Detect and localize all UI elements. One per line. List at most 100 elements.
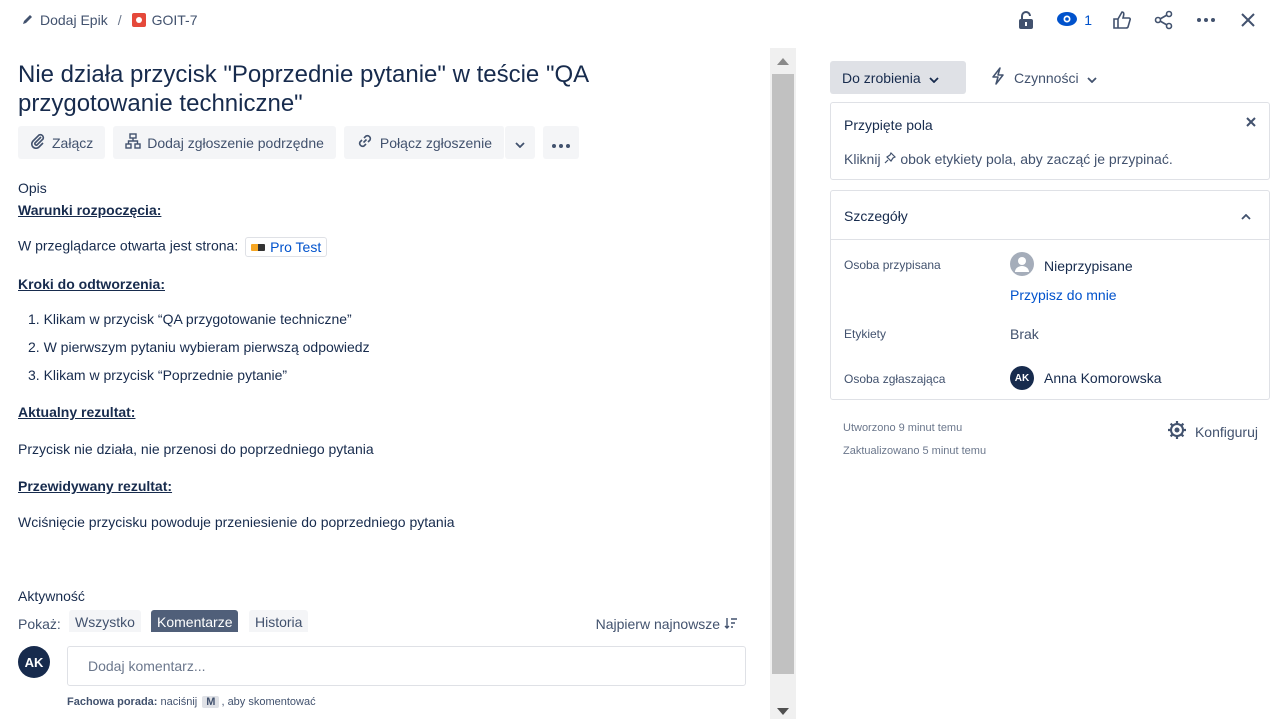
top-bar: Dodaj Epik / GOIT-7 1	[0, 0, 1280, 44]
attach-button[interactable]: Załącz	[18, 126, 106, 159]
site-favicon-icon	[251, 243, 266, 251]
sort-icon	[724, 616, 738, 632]
pro-tip-post: , aby skomentować	[221, 696, 316, 708]
link-issue-label: Połącz zgłoszenie	[379, 134, 492, 151]
breadcrumb-separator: /	[117, 12, 122, 28]
more-icon	[551, 135, 570, 151]
assignee-field[interactable]: Nieprzypisane	[1010, 252, 1133, 279]
more-icon[interactable]	[1194, 8, 1218, 32]
reporter-label: Osoba zgłaszająca	[844, 372, 946, 386]
reporter-field[interactable]: AK Anna Komorowska	[1010, 366, 1162, 390]
comment-composer: AK Dodaj komentarz... Fachowa porada: na…	[18, 646, 748, 708]
labels-label: Etykiety	[844, 327, 887, 341]
watch-count: 1	[1084, 12, 1092, 28]
scrollbar-thumb[interactable]	[772, 74, 794, 674]
add-child-issue-button[interactable]: Dodaj zgłoszenie podrzędne	[113, 126, 336, 159]
link-issue-button[interactable]: Połącz zgłoszenie	[343, 126, 505, 159]
filter-comments-button[interactable]: Komentarze	[151, 610, 239, 632]
pinned-hint-after: obok etykiety pola, aby zacząć je przypi…	[900, 151, 1173, 167]
actual-result-text: Przycisk nie działa, nie przenosi do pop…	[18, 441, 374, 457]
pro-tip-pre: naciśnij	[160, 696, 198, 708]
pro-tip-label: Fachowa porada:	[67, 696, 158, 708]
sort-button[interactable]: Najpierw najnowsze	[596, 616, 738, 632]
close-icon[interactable]	[1245, 115, 1257, 133]
pencil-icon	[22, 12, 34, 28]
issue-main-pane: Nie działa przycisk "Poprzednie pytanie"…	[0, 44, 770, 719]
chevron-up-icon[interactable]	[1241, 207, 1251, 225]
pinned-fields-hint: Kliknij obok etykiety pola, aby zacząć j…	[844, 151, 1173, 167]
pin-icon	[884, 151, 900, 167]
link-icon	[356, 132, 374, 153]
actions-dropdown[interactable]: Czynności	[990, 61, 1097, 94]
pinned-fields-title: Przypięte pola	[844, 117, 933, 133]
lock-icon[interactable]	[1014, 8, 1038, 32]
scroll-up-icon[interactable]	[777, 58, 789, 65]
comment-input[interactable]: Dodaj komentarz...	[67, 646, 746, 686]
details-title[interactable]: Szczegóły	[844, 208, 908, 224]
scroll-down-icon[interactable]	[777, 708, 789, 715]
sort-label: Najpierw najnowsze	[595, 616, 721, 632]
add-child-label: Dodaj zgłoszenie podrzędne	[147, 134, 324, 151]
preconditions-heading: Warunki rozpoczęcia:	[18, 202, 162, 218]
status-label: Do zrobienia	[842, 69, 921, 86]
header-actions: 1	[1014, 8, 1260, 32]
activity-label: Aktywność	[18, 588, 85, 604]
paperclip-icon	[30, 133, 46, 152]
chevron-down-icon	[515, 135, 525, 151]
actions-label: Czynności	[1014, 69, 1079, 86]
preconditions-text: W przeglądarce otwarta jest strona:	[18, 237, 239, 254]
issue-sidebar: Do zrobienia Czynności Przypięte pola Kl…	[830, 44, 1270, 719]
chevron-down-icon	[1086, 70, 1097, 86]
updated-timestamp: Zaktualizowano 5 minut temu	[843, 445, 987, 457]
main-scrollbar[interactable]	[770, 48, 796, 719]
issue-title[interactable]: Nie działa przycisk "Poprzednie pytanie"…	[18, 60, 738, 118]
add-epic-link[interactable]: Dodaj Epik	[40, 12, 108, 28]
reporter-name: Anna Komorowska	[1044, 370, 1162, 386]
show-label: Pokaż:	[18, 616, 61, 632]
list-item: 3. Klikam w przycisk “Poprzednie pytanie…	[28, 367, 288, 383]
status-dropdown[interactable]: Do zrobienia	[830, 61, 966, 94]
configure-button[interactable]: Konfiguruj	[1167, 420, 1258, 443]
eye-icon	[1056, 11, 1078, 30]
pro-tip: Fachowa porada: naciśnij M, aby skomento…	[67, 696, 316, 708]
gear-icon	[1167, 420, 1187, 443]
thumbs-up-icon[interactable]	[1110, 8, 1134, 32]
avatar: AK	[1010, 366, 1034, 390]
pro-test-label: Pro Test	[270, 239, 322, 255]
watch-button[interactable]: 1	[1056, 11, 1092, 30]
filter-history-button[interactable]: Historia	[249, 610, 309, 632]
list-item: 2. W pierwszym pytaniu wybieram pierwszą…	[28, 339, 370, 355]
configure-label: Konfiguruj	[1194, 423, 1258, 440]
link-issue-dropdown[interactable]	[504, 126, 535, 159]
pro-test-link[interactable]: Pro Test	[245, 237, 328, 257]
attach-label: Załącz	[52, 134, 94, 151]
preconditions-paragraph: W przeglądarce otwarta jest strona: Pro …	[18, 237, 328, 257]
more-actions-button[interactable]	[542, 126, 579, 159]
description-label: Opis	[18, 180, 47, 196]
list-item: 1. Klikam w przycisk “QA przygotowanie t…	[28, 311, 352, 327]
assignee-label: Osoba przypisana	[844, 258, 941, 272]
user-placeholder-icon	[1010, 252, 1034, 279]
issue-key-link[interactable]: GOIT-7	[152, 12, 198, 28]
hierarchy-icon	[125, 133, 141, 152]
share-icon[interactable]	[1152, 8, 1176, 32]
assignee-value: Nieprzypisane	[1044, 257, 1133, 274]
labels-field[interactable]: Brak	[1010, 326, 1039, 342]
details-panel: Szczegóły Osoba przypisana Nieprzypisane…	[830, 190, 1270, 400]
divider	[831, 239, 1269, 240]
filter-all-button[interactable]: Wszystko	[69, 610, 141, 632]
expected-result-heading: Przewidywany rezultat:	[18, 478, 173, 494]
issue-action-bar: Załącz Dodaj zgłoszenie podrzędne Połącz…	[18, 126, 579, 159]
pinned-fields-panel: Przypięte pola Kliknij obok etykiety pol…	[830, 102, 1270, 180]
assign-to-me-link[interactable]: Przypisz do mnie	[1010, 287, 1117, 303]
chevron-down-icon	[928, 70, 939, 86]
avatar: AK	[18, 646, 50, 678]
actual-result-heading: Aktualny rezultat:	[18, 404, 136, 420]
expected-result-text: Wciśnięcie przycisku powoduje przeniesie…	[18, 514, 455, 530]
activity-filters: Pokaż: Wszystko Komentarze Historia Najp…	[18, 610, 748, 632]
close-icon[interactable]	[1236, 8, 1260, 32]
steps-heading: Kroki do odtworzenia:	[18, 276, 165, 292]
pinned-hint-before: Kliknij	[844, 151, 881, 167]
shortcut-key: M	[202, 696, 220, 708]
bug-icon	[131, 13, 146, 27]
